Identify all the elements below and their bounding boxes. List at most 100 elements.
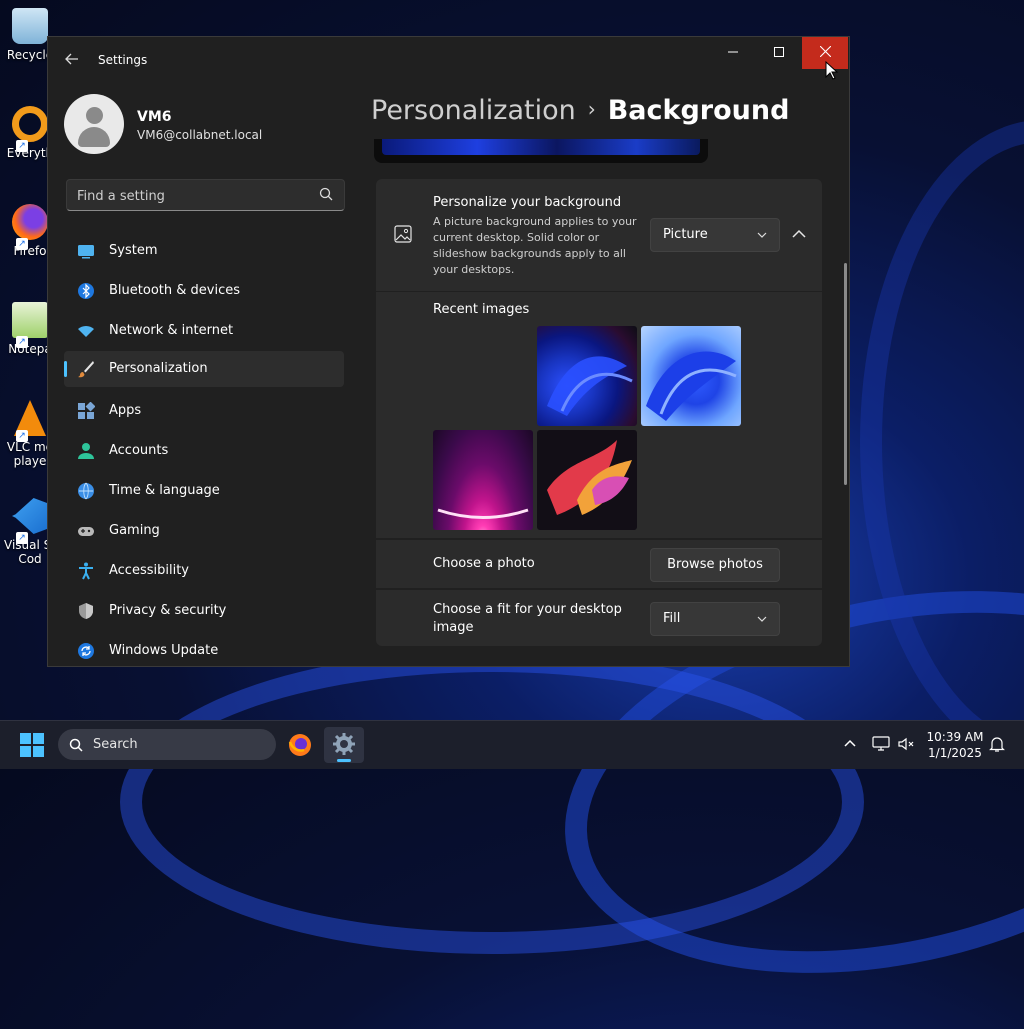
maximize-button[interactable] — [756, 37, 802, 69]
wifi-icon — [78, 325, 94, 337]
sidebar-item-label: Gaming — [109, 523, 160, 538]
notepad-icon — [12, 302, 48, 338]
back-arrow-icon — [65, 53, 78, 65]
sidebar-item-label: Accounts — [109, 443, 169, 458]
sidebar-item-system[interactable]: System — [64, 233, 344, 269]
choose-fit-row: Choose a fit for your desktop image Fill — [376, 590, 822, 646]
search-input[interactable] — [75, 180, 309, 212]
bloom-wallpaper-dark-icon — [547, 356, 633, 416]
sidebar-item-label: System — [109, 243, 158, 258]
taskbar-search-label: Search — [93, 737, 138, 752]
minimize-button[interactable] — [710, 37, 756, 69]
content-scrollbar[interactable] — [844, 263, 847, 485]
network-icon[interactable] — [872, 735, 890, 753]
sidebar-item-network-internet[interactable]: Network & internet — [64, 313, 344, 349]
windows-start-icon[interactable] — [20, 733, 44, 757]
flower-wallpaper-icon — [547, 440, 632, 515]
choose-fit-label: Choose a fit for your desktop image — [433, 602, 622, 635]
avatar[interactable] — [64, 94, 124, 154]
background-type-dropdown[interactable]: Picture — [650, 218, 780, 252]
minimize-icon — [728, 51, 738, 53]
breadcrumb-parent[interactable]: Personalization — [371, 95, 576, 126]
back-button[interactable] — [62, 51, 82, 71]
search-icon[interactable] — [318, 186, 334, 202]
accessibility-icon — [79, 562, 93, 580]
active-app-indicator — [337, 759, 351, 762]
fit-dropdown[interactable]: Fill — [650, 602, 780, 636]
avatar-body — [78, 127, 110, 147]
taskbar-clock[interactable]: 10:39 AM 1/1/2025 — [920, 729, 990, 761]
update-icon — [78, 643, 94, 659]
sidebar-item-gaming[interactable]: Gaming — [64, 513, 344, 549]
volume-muted-icon[interactable] — [897, 735, 915, 753]
user-email: VM6@collabnet.local — [137, 128, 263, 142]
sidebar-item-time-language[interactable]: Time & language — [64, 473, 344, 509]
picture-icon — [394, 225, 412, 243]
clock-date: 1/1/2025 — [928, 746, 982, 760]
search-icon — [69, 738, 83, 752]
find-setting-box[interactable] — [66, 179, 345, 212]
settings-window: Settings VM6 VM6@collabnet.local System … — [47, 36, 850, 667]
user-name: VM6 — [137, 109, 172, 125]
maximize-icon — [774, 47, 784, 57]
firefox-icon — [12, 204, 48, 240]
recent-image-thumbnail[interactable] — [537, 326, 637, 426]
brush-icon — [78, 361, 94, 378]
chevron-down-icon — [757, 232, 767, 238]
sidebar-item-bluetooth-devices[interactable]: Bluetooth & devices — [64, 273, 344, 309]
shortcut-arrow-icon: ↗ — [16, 532, 28, 544]
sidebar-item-accounts[interactable]: Accounts — [64, 433, 344, 469]
mouse-cursor-icon — [825, 61, 839, 80]
choose-photo-label: Choose a photo — [433, 556, 535, 571]
recent-image-thumbnail[interactable] — [537, 430, 637, 530]
fit-value: Fill — [663, 611, 681, 626]
shield-icon — [79, 603, 93, 619]
bluetooth-icon — [78, 283, 94, 299]
sidebar-item-personalization[interactable]: Personalization — [64, 351, 344, 387]
title-bar[interactable]: Settings — [48, 37, 849, 85]
globe-clock-icon — [78, 482, 94, 500]
sidebar-item-label: Personalization — [109, 361, 208, 376]
sidebar-item-label: Apps — [109, 403, 142, 418]
sidebar-item-label: Bluetooth & devices — [109, 283, 240, 298]
shortcut-arrow-icon: ↗ — [16, 140, 28, 152]
accounts-icon — [78, 443, 94, 459]
notification-bell-icon[interactable] — [988, 735, 1006, 753]
sidebar-item-windows-update[interactable]: Windows Update — [64, 633, 344, 666]
sidebar-item-accessibility[interactable]: Accessibility — [64, 553, 344, 589]
choose-photo-row: Choose a photo Browse photos — [376, 540, 822, 588]
sidebar-item-label: Privacy & security — [109, 603, 227, 618]
sidebar-item-label: Network & internet — [109, 323, 234, 338]
shortcut-arrow-icon: ↗ — [16, 430, 28, 442]
desktop-preview — [374, 139, 708, 163]
gear-icon — [333, 733, 355, 755]
recycle-bin-icon — [12, 8, 48, 44]
chevron-up-icon[interactable] — [841, 735, 859, 753]
avatar-head — [86, 107, 103, 124]
background-type-value: Picture — [663, 227, 708, 242]
sidebar-item-apps[interactable]: Apps — [64, 393, 344, 429]
recent-image-thumbnail[interactable] — [641, 326, 741, 426]
sidebar-item-label: Time & language — [109, 483, 220, 498]
chevron-up-icon[interactable] — [790, 227, 808, 241]
taskbar-app-settings[interactable] — [324, 727, 364, 763]
recent-images-label: Recent images — [433, 302, 530, 317]
breadcrumb: Personalization › Background — [371, 95, 789, 126]
everything-search-icon — [12, 106, 48, 142]
chevron-down-icon — [757, 616, 767, 622]
personalize-background-title: Personalize your background — [433, 195, 622, 210]
shortcut-arrow-icon: ↗ — [16, 238, 28, 250]
recent-image-thumbnail[interactable] — [433, 430, 533, 530]
page-title: Background — [607, 95, 790, 126]
sidebar-item-label: Accessibility — [109, 563, 189, 578]
vscode-icon — [12, 498, 48, 534]
preview-wallpaper — [382, 139, 700, 155]
sidebar-item-privacy-security[interactable]: Privacy & security — [64, 593, 344, 629]
apps-icon — [78, 402, 95, 419]
taskbar-search[interactable]: Search — [58, 729, 276, 760]
browse-photos-button[interactable]: Browse photos — [650, 548, 780, 582]
app-title: Settings — [98, 53, 148, 67]
personalize-background-card[interactable]: Personalize your background A picture ba… — [376, 179, 822, 291]
glow-wallpaper-icon — [437, 508, 529, 519]
taskbar-app-firefox[interactable] — [280, 727, 320, 763]
